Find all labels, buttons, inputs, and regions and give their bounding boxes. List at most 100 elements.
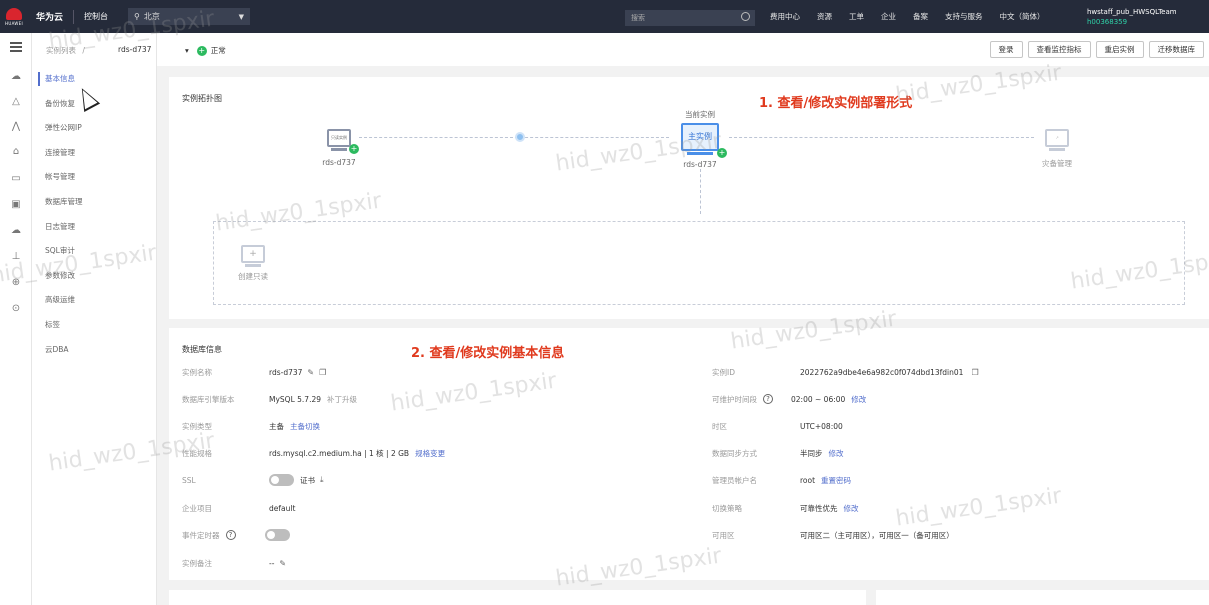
header-actions: 登录 查看监控指标 重启实例 迁移数据库 bbox=[989, 41, 1204, 58]
download-icon[interactable]: ⊥ bbox=[10, 251, 22, 263]
ssl-toggle[interactable] bbox=[269, 474, 294, 486]
database-icon[interactable]: ▭ bbox=[10, 173, 22, 185]
sidebar-item-advanced-ops[interactable]: 高级运维 bbox=[32, 288, 157, 313]
storage-icon[interactable]: ⌂ bbox=[10, 146, 22, 158]
availability-zone-value: 可用区二（主可用区），可用区一（备可用区） bbox=[800, 530, 954, 540]
monitor-stand bbox=[1049, 148, 1065, 151]
engine-version-value: MySQL 5.7.29 bbox=[269, 394, 321, 404]
region-selector[interactable]: ⚲ 北京 ▼ bbox=[128, 8, 251, 25]
maintenance-window-row: 可维护时间段 ? 02:00 ~ 06:00 修改 bbox=[712, 392, 866, 406]
instance-selector[interactable]: rds-d737 ▾ + 正常 bbox=[118, 45, 226, 56]
top-nav: 费用中心 资源 工单 企业 备案 支持与服务 中文（简体） bbox=[770, 0, 1062, 33]
breadcrumb-parent[interactable]: 实例列表 bbox=[46, 46, 76, 55]
primary-node-label: rds-d737 bbox=[683, 160, 717, 169]
copy-icon[interactable]: ❐ bbox=[319, 368, 326, 377]
event-scheduler-toggle[interactable] bbox=[264, 529, 290, 541]
current-instance-node[interactable]: 当前实例 主实例 + rds-d737 bbox=[671, 109, 729, 169]
engine-version-row: 数据库引擎版本 MySQL 5.7.29 补丁升级 bbox=[182, 392, 357, 406]
sidebar-item-accounts[interactable]: 帐号管理 bbox=[32, 165, 157, 190]
top-nav-language[interactable]: 中文（简体） bbox=[1000, 11, 1045, 22]
service-rail: ☁ △ ⋀ ⌂ ▭ ▣ ☁ ⊥ ⊕ ⊙ bbox=[0, 33, 32, 605]
row-label: 企业项目 bbox=[182, 503, 212, 513]
sidebar-item-eip[interactable]: 弹性公网IP bbox=[32, 116, 157, 141]
enterprise-project-value: default bbox=[269, 503, 296, 513]
top-nav-tickets[interactable]: 工单 bbox=[849, 11, 864, 22]
edit-icon[interactable]: ✎ bbox=[307, 368, 314, 377]
modify-strategy-link[interactable]: 修改 bbox=[844, 503, 859, 514]
cloud-icon[interactable]: ☁ bbox=[10, 71, 22, 83]
row-label: SSL bbox=[182, 475, 196, 485]
migrate-db-button[interactable]: 迁移数据库 bbox=[1148, 41, 1204, 58]
breadcrumb-separator: / bbox=[82, 46, 85, 55]
top-nav-icp[interactable]: 备案 bbox=[913, 11, 928, 22]
next-section-card-right bbox=[876, 590, 1209, 605]
sidebar-item-tags[interactable]: 标签 bbox=[32, 313, 157, 338]
sidebar-item-parameters[interactable]: 参数修改 bbox=[32, 264, 157, 289]
dr-link-line bbox=[729, 137, 1034, 138]
login-button[interactable]: 登录 bbox=[989, 41, 1023, 58]
sidebar-item-databases[interactable]: 数据库管理 bbox=[32, 190, 157, 215]
timezone-value: UTC+08:00 bbox=[800, 421, 843, 431]
cloud-service-icon[interactable]: ☁ bbox=[10, 225, 22, 237]
instance-header: rds-d737 ▾ + 正常 登录 查看监控指标 重启实例 迁移数据库 bbox=[118, 33, 1209, 66]
patch-upgrade-link[interactable]: 补丁升级 bbox=[327, 394, 357, 405]
monitor-stand bbox=[687, 152, 713, 155]
replication-node-icon[interactable] bbox=[515, 132, 525, 142]
remark-value: -- bbox=[269, 558, 275, 568]
switchover-link[interactable]: 主备切换 bbox=[290, 421, 320, 432]
edit-icon[interactable]: ✎ bbox=[279, 559, 286, 568]
help-icon[interactable]: ? bbox=[225, 530, 236, 540]
breadcrumb-current: rds-d737 bbox=[118, 45, 152, 54]
readonly-instance-node[interactable]: 只读实例 + rds-d737 bbox=[319, 129, 359, 167]
sidebar-item-basic-info[interactable]: 基本信息 bbox=[32, 67, 157, 92]
logo-text: HUAWEI bbox=[5, 20, 23, 26]
user-menu[interactable]: hwstaff_pub_HWSQLTeam h00368359 bbox=[1087, 7, 1177, 27]
change-flavor-link[interactable]: 规格变更 bbox=[415, 448, 445, 459]
search-input[interactable]: 搜索 bbox=[625, 10, 755, 26]
status-ok-icon: + bbox=[196, 45, 207, 56]
help-icon[interactable]: ? bbox=[763, 394, 773, 404]
top-nav-support[interactable]: 支持与服务 bbox=[945, 11, 983, 22]
top-nav-resources[interactable]: 资源 bbox=[817, 11, 832, 22]
primary-inner-label: 主实例 bbox=[688, 132, 712, 141]
huawei-logo[interactable]: HUAWEI bbox=[0, 0, 28, 33]
modify-window-link[interactable]: 修改 bbox=[851, 394, 866, 405]
instance-name-value: rds-d737 bbox=[269, 367, 303, 377]
switch-strategy-value: 可靠性优先 bbox=[800, 503, 838, 513]
copy-icon[interactable]: ❐ bbox=[971, 368, 978, 377]
search-icon[interactable] bbox=[741, 12, 750, 21]
server-icon[interactable]: ▣ bbox=[10, 199, 22, 211]
instance-name-row: 实例名称 rds-d737 ✎ ❐ bbox=[182, 365, 326, 379]
menu-icon[interactable] bbox=[10, 42, 22, 54]
sidebar-item-cloud-dba[interactable]: 云DBA bbox=[32, 338, 157, 363]
monitor-stand bbox=[331, 148, 347, 151]
create-readonly-node[interactable]: + 创建只读 bbox=[233, 245, 273, 282]
top-nav-enterprise[interactable]: 企业 bbox=[881, 11, 896, 22]
monitor-icon[interactable]: ⋀ bbox=[10, 121, 22, 133]
db-info-card: 数据库信息 2. 查看/修改实例基本信息 实例名称 rds-d737 ✎ ❐ 数… bbox=[169, 328, 1209, 580]
reset-password-link[interactable]: 重置密码 bbox=[821, 475, 851, 486]
flavor-row: 性能规格 rds.mysql.c2.medium.ha | 1 核 | 2 GB… bbox=[182, 446, 445, 460]
view-metrics-button[interactable]: 查看监控指标 bbox=[1027, 41, 1091, 58]
top-nav-billing[interactable]: 费用中心 bbox=[770, 11, 800, 22]
topology-annotation: 1. 查看/修改实例部署形式 bbox=[759, 96, 913, 111]
certificate-label[interactable]: 证书 bbox=[300, 475, 315, 486]
console-link[interactable]: 控制台 bbox=[84, 11, 108, 22]
dr-monitor-icon: ↗ bbox=[1045, 129, 1069, 147]
restart-button[interactable]: 重启实例 bbox=[1095, 41, 1144, 58]
dr-management-node[interactable]: ↗ 灾备管理 bbox=[1029, 129, 1085, 169]
maintenance-window-value: 02:00 ~ 06:00 bbox=[791, 394, 846, 404]
sidebar-item-logs[interactable]: 日志管理 bbox=[32, 215, 157, 240]
sidebar-item-connection[interactable]: 连接管理 bbox=[32, 141, 157, 166]
sidebar-item-sql-audit[interactable]: SQL审计 bbox=[32, 239, 157, 264]
modify-sync-link[interactable]: 修改 bbox=[829, 448, 844, 459]
readonly-area bbox=[213, 221, 1185, 305]
add-badge-icon: + bbox=[349, 144, 359, 154]
row-label: 数据同步方式 bbox=[712, 448, 757, 458]
download-icon[interactable]: ⤓ bbox=[320, 475, 324, 485]
settings-icon[interactable]: ⊙ bbox=[10, 303, 22, 315]
brand-name[interactable]: 华为云 bbox=[36, 10, 63, 23]
globe-icon[interactable]: ⊕ bbox=[10, 277, 22, 289]
create-readonly-label: 创建只读 bbox=[238, 272, 268, 281]
warning-icon[interactable]: △ bbox=[10, 96, 22, 108]
